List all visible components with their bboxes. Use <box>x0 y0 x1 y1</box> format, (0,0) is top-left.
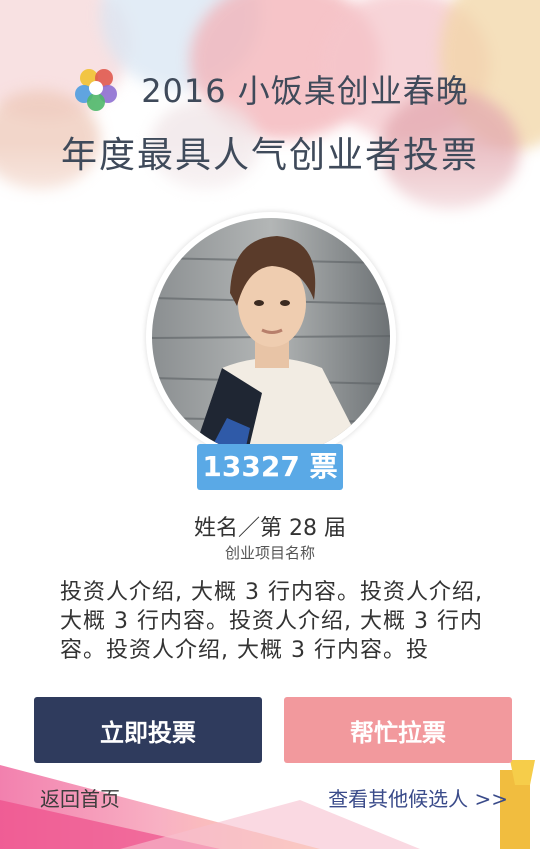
footer-links: 返回首页 查看其他候选人 >> <box>0 783 540 812</box>
page-title: 年度最具人气创业者投票 <box>60 135 479 176</box>
avatar-frame <box>146 212 396 462</box>
candidate-name: 姓名／第 28 届 <box>194 516 346 541</box>
avatar-photo <box>152 218 390 456</box>
back-home-link[interactable]: 返回首页 <box>40 783 120 812</box>
header: 2016 小饭桌创业春晚 年度最具人气创业者投票 <box>0 60 540 178</box>
event-title: 2016 小饭桌创业春晚 <box>141 72 469 110</box>
project-name: 创业项目名称 <box>224 544 315 562</box>
avatar <box>152 218 390 456</box>
other-candidates-link[interactable]: 查看其他候选人 >> <box>328 783 508 812</box>
candidate-intro: 投资人介绍, 大概 3 行内容。投资人介绍, 大概 3 行内容。投资人介绍, 大… <box>60 580 483 663</box>
logo-icon <box>75 69 118 111</box>
help-vote-button[interactable]: 帮忙拉票 <box>284 697 512 763</box>
vote-count-badge: 13327 票 <box>197 444 343 490</box>
vote-now-button[interactable]: 立即投票 <box>34 697 262 763</box>
